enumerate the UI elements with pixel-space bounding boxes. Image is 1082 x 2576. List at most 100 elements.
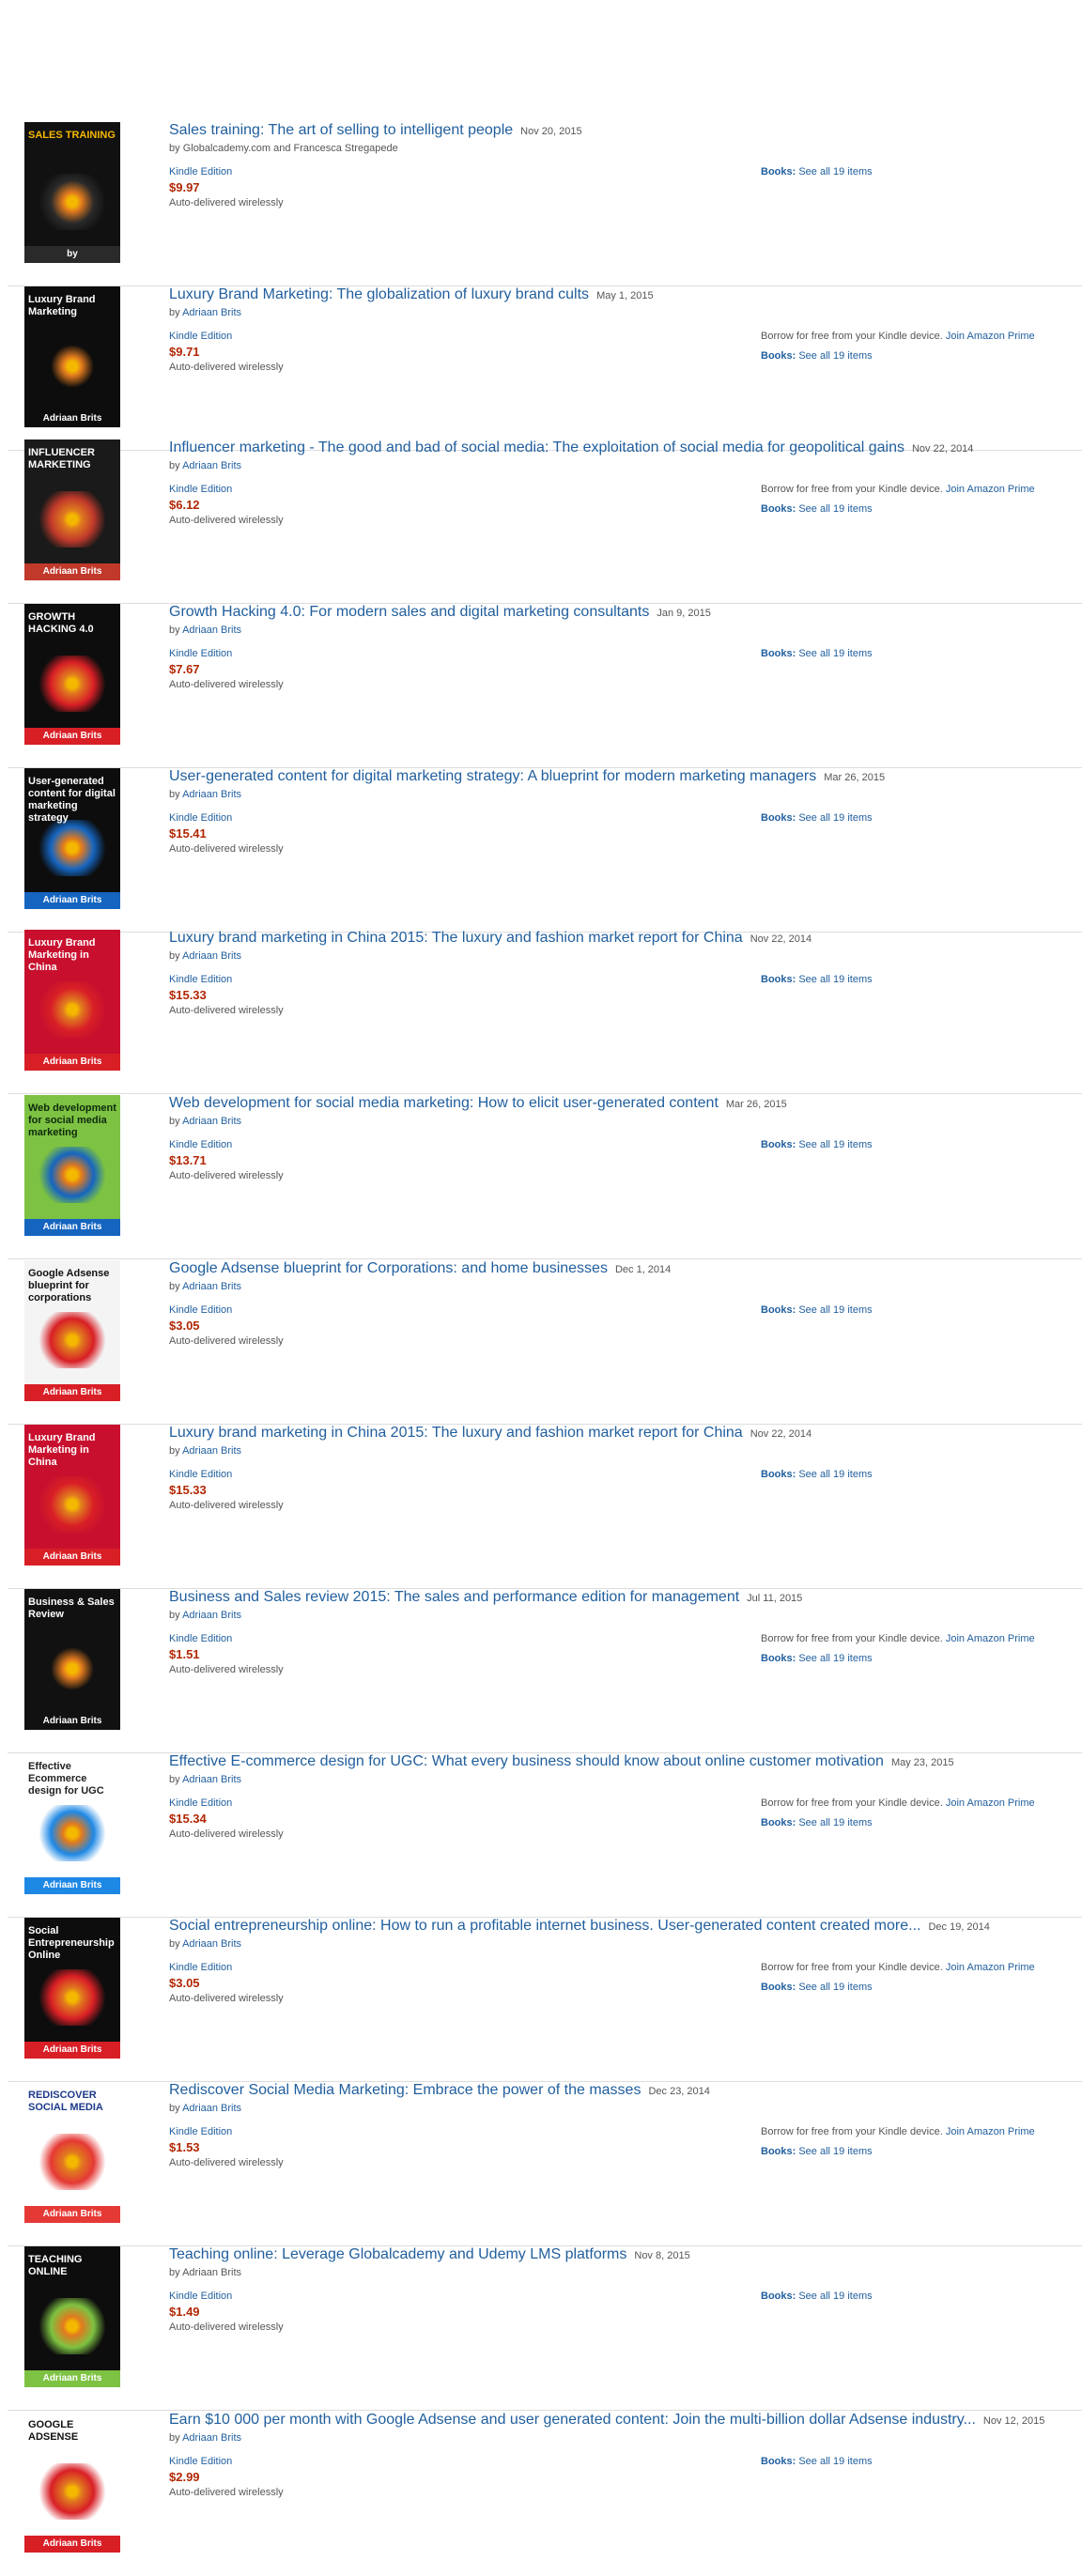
author-link[interactable]: Adriaan Brits	[182, 1774, 241, 1785]
see-all-items-link[interactable]: See all 19 items	[798, 1139, 872, 1150]
book-cover[interactable]: User-generated content for digital marke…	[24, 768, 120, 909]
author-link[interactable]: Adriaan Brits	[182, 1610, 241, 1621]
kindle-edition-link[interactable]: Kindle Edition	[169, 1469, 232, 1480]
book-title-link[interactable]: Rediscover Social Media Marketing: Embra…	[169, 2082, 641, 2098]
kindle-edition-link[interactable]: Kindle Edition	[169, 166, 232, 177]
see-all-items-link[interactable]: See all 19 items	[798, 1469, 872, 1480]
book-cover[interactable]: Luxury Brand Marketing Adriaan Brits	[24, 286, 120, 427]
book-cover[interactable]: GOOGLE ADSENSE Adriaan Brits	[24, 2412, 120, 2553]
kindle-edition-link[interactable]: Kindle Edition	[169, 2291, 232, 2302]
byline: by Adriaan Brits	[169, 1281, 241, 1292]
book-cover[interactable]: Luxury Brand Marketing in China Adriaan B…	[24, 1425, 120, 1566]
book-cover[interactable]: Google Adsense blueprint for corporation…	[24, 1260, 120, 1401]
see-all-items-link[interactable]: See all 19 items	[798, 2456, 872, 2467]
cover-author: Adriaan Brits	[24, 2536, 120, 2553]
kindle-edition-link[interactable]: Kindle Edition	[169, 2456, 232, 2467]
join-prime-link[interactable]: Join Amazon Prime	[946, 1633, 1035, 1644]
see-all-items-link[interactable]: See all 19 items	[798, 1982, 872, 1993]
book-title-link[interactable]: Luxury brand marketing in China 2015: Th…	[169, 1425, 743, 1441]
kindle-edition-link[interactable]: Kindle Edition	[169, 974, 232, 985]
see-all-items-link[interactable]: See all 19 items	[798, 974, 872, 985]
book-title-link[interactable]: Google Adsense blueprint for Corporation…	[169, 1260, 608, 1276]
kindle-edition-link[interactable]: Kindle Edition	[169, 1797, 232, 1809]
join-prime-link[interactable]: Join Amazon Prime	[946, 484, 1035, 495]
book-title-link[interactable]: Influencer marketing - The good and bad …	[169, 440, 904, 455]
title-line: Social entrepreneurship online: How to r…	[169, 1918, 990, 1935]
kindle-edition-link[interactable]: Kindle Edition	[169, 812, 232, 824]
kindle-edition-link[interactable]: Kindle Edition	[169, 1304, 232, 1316]
book-cover[interactable]: Web development for social media marketi…	[24, 1095, 120, 1236]
books-label: Books:	[761, 503, 796, 515]
see-all-items-link[interactable]: See all 19 items	[798, 648, 872, 659]
book-title-link[interactable]: Social entrepreneurship online: How to r…	[169, 1918, 920, 1934]
join-prime-link[interactable]: Join Amazon Prime	[946, 2126, 1035, 2137]
see-all-items-link[interactable]: See all 19 items	[798, 1817, 872, 1828]
kindle-edition-link[interactable]: Kindle Edition	[169, 2126, 232, 2137]
book-title-link[interactable]: Sales training: The art of selling to in…	[169, 122, 513, 138]
author-link[interactable]: Adriaan Brits	[182, 1116, 241, 1127]
join-prime-link[interactable]: Join Amazon Prime	[946, 1962, 1035, 1973]
book-cover[interactable]: INFLUENCER MARKETING Adriaan Brits	[24, 440, 120, 580]
books-label: Books:	[761, 812, 796, 824]
author-link[interactable]: Adriaan Brits	[182, 950, 241, 962]
author-link[interactable]: Adriaan Brits	[182, 2103, 241, 2114]
publication-date: Mar 26, 2015	[725, 1099, 787, 1110]
book-cover[interactable]: SALES TRAINING by GLOBALCADEMY.com	[24, 122, 120, 263]
author-name: Globalcademy.com and Francesca Stregaped…	[182, 143, 398, 154]
book-title-link[interactable]: Growth Hacking 4.0: For modern sales and…	[169, 604, 649, 620]
book-title-link[interactable]: Luxury Brand Marketing: The globalizatio…	[169, 286, 589, 302]
author-link[interactable]: Adriaan Brits	[182, 1938, 241, 1950]
book-cover[interactable]: TEACHING ONLINE Adriaan Brits	[24, 2246, 120, 2387]
book-cover[interactable]: REDISCOVER SOCIAL MEDIA Adriaan Brits	[24, 2082, 120, 2223]
see-all-items-link[interactable]: See all 19 items	[798, 1304, 872, 1316]
kindle-edition-link[interactable]: Kindle Edition	[169, 331, 232, 342]
list-item: User-generated content for digital marke…	[0, 768, 1082, 933]
byline: by Adriaan Brits	[169, 625, 241, 636]
kindle-edition-link[interactable]: Kindle Edition	[169, 648, 232, 659]
kindle-edition-link[interactable]: Kindle Edition	[169, 1962, 232, 1973]
author-link[interactable]: Adriaan Brits	[182, 460, 241, 471]
price: $13.71	[169, 1153, 207, 1167]
author-link[interactable]: Adriaan Brits	[182, 625, 241, 636]
cover-title: Luxury Brand Marketing in China	[28, 1432, 96, 1468]
see-all-items-link[interactable]: See all 19 items	[798, 350, 872, 362]
byline-prefix: by	[169, 1445, 183, 1457]
author-link[interactable]: Adriaan Brits	[182, 789, 241, 800]
see-all-items-link[interactable]: See all 19 items	[798, 812, 872, 824]
cover-art	[34, 491, 111, 548]
book-title-link[interactable]: Luxury brand marketing in China 2015: Th…	[169, 930, 743, 946]
author-link[interactable]: Adriaan Brits	[182, 1281, 241, 1292]
books-label: Books:	[761, 2456, 796, 2467]
join-prime-link[interactable]: Join Amazon Prime	[946, 1797, 1035, 1809]
delivery-note: Auto-delivered wirelessly	[169, 2157, 284, 2168]
author-link[interactable]: Adriaan Brits	[182, 307, 241, 318]
kindle-edition-link[interactable]: Kindle Edition	[169, 484, 232, 495]
kindle-edition-link[interactable]: Kindle Edition	[169, 1633, 232, 1644]
book-title-link[interactable]: Earn $10 000 per month with Google Adsen…	[169, 2412, 976, 2428]
kindle-edition-link[interactable]: Kindle Edition	[169, 1139, 232, 1150]
join-prime-link[interactable]: Join Amazon Prime	[946, 331, 1035, 342]
see-all-items-link[interactable]: See all 19 items	[798, 166, 872, 177]
see-all-items-link[interactable]: See all 19 items	[798, 2291, 872, 2302]
author-link[interactable]: Adriaan Brits	[182, 2432, 241, 2444]
book-cover[interactable]: GROWTH HACKING 4.0 Adriaan Brits	[24, 604, 120, 745]
book-cover[interactable]: Luxury Brand Marketing in China Adriaan B…	[24, 930, 120, 1071]
byline-prefix: by	[169, 1774, 183, 1785]
see-all-items-link[interactable]: See all 19 items	[798, 2146, 872, 2157]
books-label: Books:	[761, 166, 796, 177]
book-title-link[interactable]: Business and Sales review 2015: The sale…	[169, 1589, 739, 1605]
book-title-link[interactable]: User-generated content for digital marke…	[169, 768, 816, 784]
price: $15.34	[169, 1812, 207, 1826]
book-title-link[interactable]: Teaching online: Leverage Globalcademy a…	[169, 2246, 626, 2262]
books-label: Books:	[761, 1469, 796, 1480]
book-cover[interactable]: Social Entrepreneurship Online Adriaan Br…	[24, 1918, 120, 2059]
book-title-link[interactable]: Web development for social media marketi…	[169, 1095, 719, 1111]
see-all-items-link[interactable]: See all 19 items	[798, 503, 872, 515]
author-link[interactable]: Adriaan Brits	[182, 1445, 241, 1457]
delivery-note: Auto-delivered wirelessly	[169, 362, 284, 373]
book-cover[interactable]: Business & Sales Review Adriaan Brits	[24, 1589, 120, 1730]
book-title-link[interactable]: Effective E-commerce design for UGC: Wha…	[169, 1753, 884, 1769]
see-all-items-link[interactable]: See all 19 items	[798, 1653, 872, 1664]
book-cover[interactable]: Effective Ecommerce design for UGC Adriaa…	[24, 1753, 120, 1894]
price: $6.12	[169, 498, 200, 512]
